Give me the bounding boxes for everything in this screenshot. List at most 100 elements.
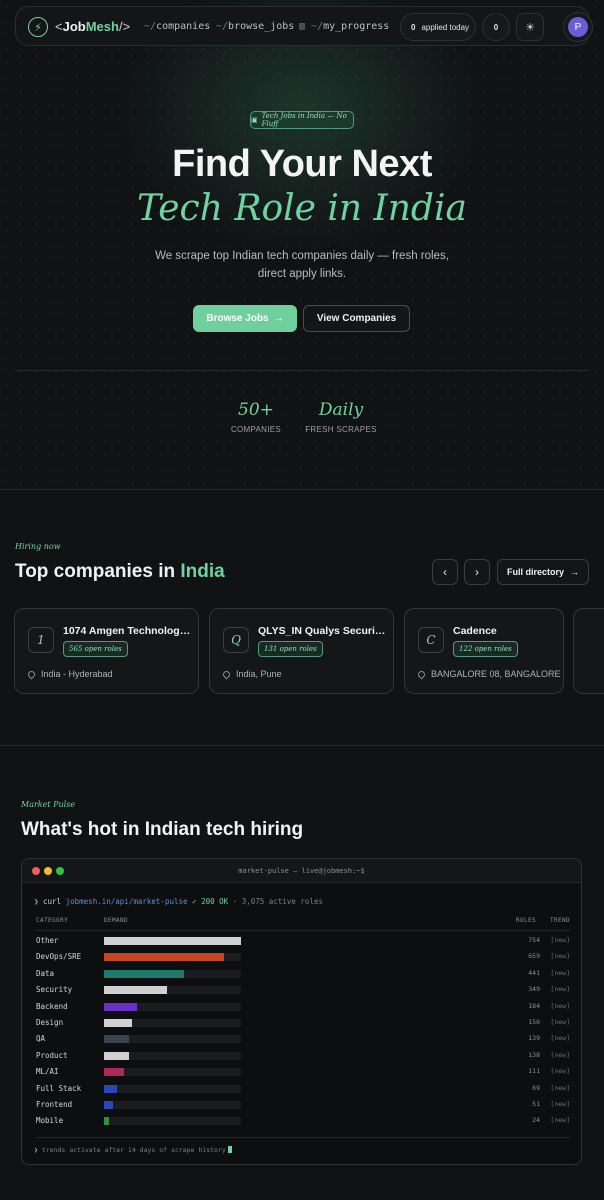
category-label: Product: [36, 1050, 68, 1060]
company-card[interactable]: Q QLYS_IN Qualys Security ... 131 open r…: [209, 608, 394, 694]
carousel-prev-button[interactable]: ‹: [432, 559, 458, 585]
demand-bar: [104, 1117, 109, 1126]
terminal-command: ❯ curl jobmesh.in/api/market-pulse ✓ 200…: [34, 897, 323, 906]
view-companies-button[interactable]: View Companies: [303, 305, 410, 332]
terminal-footer: ❯ trends activate after 14 days of scrap…: [34, 1146, 232, 1154]
company-location: India, Pune: [221, 669, 282, 679]
category-label: DevOps/SRE: [36, 952, 82, 962]
trend-label: [new]: [550, 1034, 570, 1043]
company-initial: 1: [28, 627, 54, 653]
demand-bar: [104, 1101, 113, 1109]
category-label: Other: [36, 936, 59, 945]
trend-label: [new]: [550, 936, 570, 944]
hero-title-highlight: Tech Role in India: [137, 188, 467, 229]
demand-bar-track: [104, 1068, 241, 1077]
category-label: Security: [36, 985, 73, 995]
carousel-next-button[interactable]: ›: [464, 559, 490, 585]
demand-bar: [104, 1068, 124, 1077]
section-label-market-pulse: Market Pulse: [21, 800, 76, 809]
demand-bar-track: [104, 937, 241, 945]
full-directory-button[interactable]: Full directory →: [497, 559, 589, 585]
category-label: QA: [36, 1034, 46, 1044]
table-row: Data 441 [new]: [36, 968, 570, 980]
category-label: Backend: [36, 1001, 68, 1011]
company-card-partial[interactable]: [573, 608, 604, 694]
trend-label: [new]: [550, 1067, 570, 1076]
location-pin-icon: [221, 669, 232, 679]
section-label-hiring: Hiring now: [15, 542, 61, 551]
company-location: BANGALORE 08, BANGALORE: [416, 669, 561, 679]
table-row: Product 138 [new]: [36, 1050, 570, 1062]
company-initial: C: [418, 627, 444, 653]
category-label: Data: [36, 968, 55, 978]
streak-counter[interactable]: 0: [482, 13, 510, 41]
briefcase-icon: ▣: [251, 117, 258, 124]
demand-bar: [104, 986, 167, 995]
location-pin-icon: [26, 669, 37, 679]
demand-bar: [104, 1084, 117, 1093]
table-row: Mobile 24 [new]: [36, 1115, 570, 1127]
trend-label: [new]: [550, 952, 570, 961]
trend-label: [new]: [550, 1001, 570, 1010]
roles-count: 111: [528, 1067, 540, 1076]
demand-bar-track: [104, 953, 241, 962]
roles-count: 659: [528, 952, 540, 961]
demand-bar: [104, 937, 241, 945]
table-row: Full Stack 69 [new]: [36, 1083, 570, 1095]
demand-bar: [104, 1019, 132, 1027]
nav-link-my-progress[interactable]: ▥ ~/my_progress: [299, 21, 389, 32]
terminal-title: market-pulse — live@jobmesh:~$: [238, 867, 365, 875]
table-row: Security 349 [new]: [36, 984, 570, 996]
trend-label: [new]: [550, 1116, 570, 1125]
terminal-titlebar: market-pulse — live@jobmesh:~$: [22, 859, 581, 883]
divider: [36, 930, 570, 931]
demand-bar-track: [104, 1084, 241, 1093]
companies-title: Top companies in India: [15, 561, 225, 582]
company-card[interactable]: 1 1074 Amgen Technology ... 565 open rol…: [14, 608, 199, 694]
trend-label: [new]: [550, 968, 570, 977]
roles-count: 138: [528, 1050, 540, 1059]
market-pulse-terminal: market-pulse — live@jobmesh:~$ ❯ curl jo…: [21, 858, 582, 1165]
chevron-right-icon: ›: [475, 565, 479, 579]
browse-jobs-button[interactable]: Browse Jobs →: [193, 305, 297, 332]
applied-today-pill[interactable]: 0 applied today: [400, 13, 476, 41]
divider: [15, 370, 589, 371]
roles-count: 139: [528, 1034, 540, 1043]
roles-count: 754: [528, 936, 540, 944]
divider: [36, 1137, 570, 1138]
arrow-right-icon: →: [273, 313, 284, 324]
roles-count: 69: [532, 1083, 540, 1092]
chevron-left-icon: ‹: [443, 565, 447, 579]
trend-label: [new]: [550, 1018, 570, 1026]
roles-count: 51: [532, 1100, 540, 1108]
demand-bar-track: [104, 1101, 241, 1109]
user-avatar[interactable]: P: [563, 12, 593, 42]
logo[interactable]: <JobMesh/>: [55, 19, 130, 34]
demand-bar: [104, 953, 224, 962]
nav-link-browse-jobs[interactable]: ~/browse_jobs: [216, 21, 294, 32]
nav-link-companies[interactable]: ~/companies: [144, 21, 210, 32]
trend-label: [new]: [550, 1050, 570, 1059]
demand-bar-track: [104, 1051, 241, 1060]
cursor-icon: [227, 1146, 232, 1153]
company-location: India - Hyderabad: [26, 669, 113, 679]
table-row: Frontend 51 [new]: [36, 1099, 570, 1111]
category-label: Design: [36, 1018, 64, 1027]
roles-count: 349: [528, 985, 540, 994]
category-label: Frontend: [36, 1100, 73, 1109]
demand-bar-track: [104, 1019, 241, 1027]
bolt-icon[interactable]: ⚡: [28, 17, 48, 37]
table-row: Other 754 [new]: [36, 935, 570, 947]
stat-fresh-scrapes: Daily FRESH SCRAPES: [305, 400, 377, 434]
roles-count: 24: [532, 1116, 540, 1125]
company-initial: Q: [223, 627, 249, 653]
roles-count: 184: [528, 1001, 540, 1010]
top-navbar: ⚡ <JobMesh/> ~/companies ~/browse_jobs ▥…: [15, 6, 593, 46]
stat-companies: 50+ COMPANIES: [230, 400, 282, 434]
demand-bar-track: [104, 1117, 241, 1126]
trend-label: [new]: [550, 985, 570, 994]
theme-toggle-sun-icon[interactable]: ☀: [516, 13, 544, 41]
roles-count: 156: [528, 1018, 540, 1026]
open-roles-badge: 131 open roles: [258, 641, 323, 657]
company-card[interactable]: C Cadence 122 open roles BANGALORE 08, B…: [404, 608, 564, 694]
